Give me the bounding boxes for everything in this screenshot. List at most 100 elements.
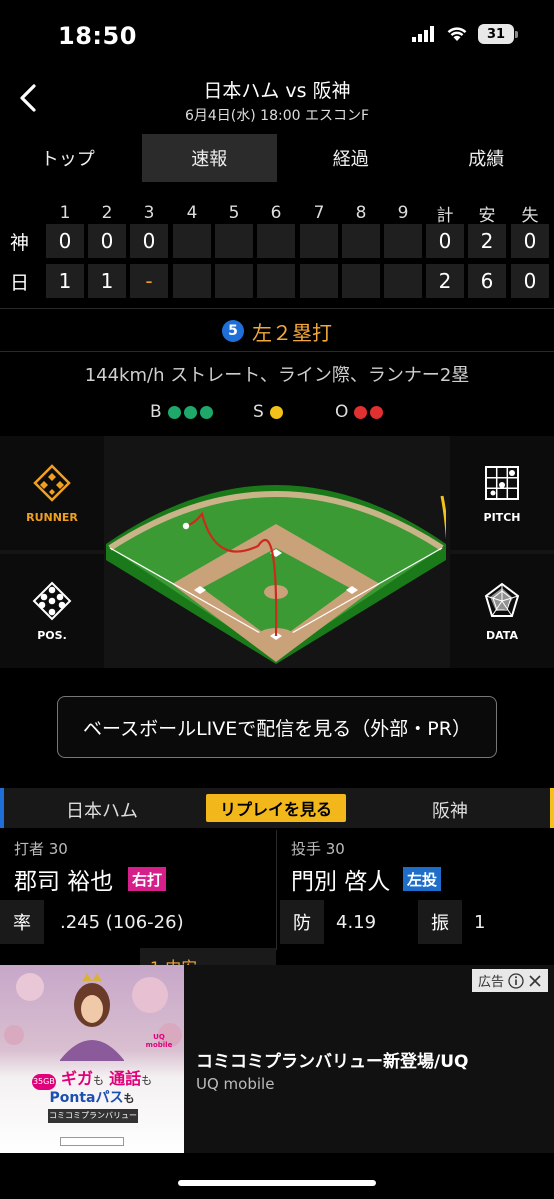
inning-score (257, 264, 295, 298)
inning-score: 0 (46, 224, 84, 258)
play-result-text: 左２塁打 (252, 320, 332, 345)
strikeouts-label: 振 (418, 900, 462, 944)
ball-indicator (183, 405, 197, 419)
inning-score (300, 224, 338, 258)
tab-progress[interactable]: 経過 (283, 134, 419, 182)
tab-stats[interactable]: 成績 (419, 134, 554, 182)
era-value: 4.19 (336, 912, 377, 933)
total-hits: 2 (468, 224, 506, 258)
inning-score (342, 264, 380, 298)
inning-score: 1 (88, 264, 126, 298)
page-title: 日本ハム vs 阪神 (203, 80, 351, 102)
at-bat-history-row: 1 中安 (0, 948, 554, 966)
batter-name: 郡司 裕也 (14, 869, 114, 895)
away-team-label[interactable]: 阪神 (432, 797, 468, 823)
pitch-grid-icon (485, 465, 519, 500)
inning-score (173, 224, 211, 258)
replay-button[interactable]: リプレイを見る (206, 794, 346, 822)
pitch-button[interactable]: PITCH (450, 436, 554, 550)
batter-card[interactable]: 打者 30 郡司 裕也 右打 (0, 830, 276, 900)
total-errors: 0 (511, 224, 549, 258)
ball-indicator (199, 405, 213, 419)
tab-live[interactable]: 速報 (141, 134, 277, 182)
divider (0, 308, 554, 309)
inning-score: 1 (46, 264, 84, 298)
batter-hand-badge: 右打 (128, 867, 167, 891)
position-icon (32, 581, 72, 620)
status-time: 18:50 (58, 22, 137, 50)
team-abbrev: 日 (10, 271, 30, 294)
home-team-color (0, 788, 4, 828)
ad-giga: ギガ (60, 1069, 93, 1088)
outs-count: O (335, 402, 384, 422)
inning-score: 0 (130, 224, 168, 258)
tab-bar: トップ 速報 経過 成績 (0, 134, 554, 182)
info-icon (508, 972, 524, 989)
home-indicator[interactable] (178, 1180, 376, 1186)
baseball-live-stream-button[interactable]: ベースボールLIVEで配信を見る（外部・PR） (57, 696, 497, 758)
ad-title[interactable]: コミコミプランバリュー新登場/UQ (196, 1047, 468, 1072)
batting-average-value: .245 (106-26) (60, 912, 184, 933)
pitcher-name: 門別 啓人 (291, 869, 391, 895)
close-icon[interactable] (528, 974, 542, 988)
inning-score-current: - (130, 264, 168, 298)
wifi-icon (447, 27, 467, 41)
home-team-label[interactable]: 日本ハム (66, 797, 138, 823)
ad-brand-logo: UQ mobile (145, 1033, 173, 1049)
game-datetime-venue: 6月4日(水) 18:00 エスコンF (184, 108, 370, 124)
inning-score (384, 224, 422, 258)
ad-mo: も (93, 1074, 104, 1087)
inning-score (300, 264, 338, 298)
batter-role: 打者 30 (14, 840, 68, 858)
position-button[interactable]: POS. (0, 554, 104, 668)
ball-landing-point (182, 522, 190, 530)
field-panel: RUNNER POS. PITCH DATA (0, 436, 554, 668)
inning-badge: 5 (222, 320, 244, 342)
ad-ponta-text: Pontaパス (49, 1090, 124, 1106)
ad-mo: も (123, 1092, 135, 1105)
ad-label[interactable]: 広告 (471, 969, 548, 992)
inning-score (384, 264, 422, 298)
cellular-signal-icon (412, 26, 434, 42)
inning-score (215, 224, 253, 258)
away-team-color (550, 788, 554, 828)
strikes-count: S (253, 402, 283, 422)
pitcher-card[interactable]: 投手 30 門別 啓人 左投 (277, 830, 554, 900)
divider (0, 351, 554, 352)
out-indicator (354, 405, 368, 419)
battery-icon: 31 (478, 24, 518, 44)
team-strip: 日本ハム リプレイを見る 阪神 (0, 788, 554, 828)
ad-plan-badge: コミコミプランバリュー (48, 1109, 138, 1123)
data-label: DATA (486, 628, 518, 642)
ad-mo: も (141, 1074, 153, 1087)
total-runs: 0 (426, 224, 464, 258)
data-button[interactable]: DATA (450, 554, 554, 668)
scoreboard-row-home: 日 1 1 - 2 6 0 (0, 264, 554, 298)
advertisement-banner[interactable]: 35GB ギガも 通話も Pontaパスも コミコミプランバリュー UQ mob… (0, 965, 554, 1153)
ad-detail-box (60, 1137, 124, 1146)
ad-tsuwa: 通話 (109, 1069, 142, 1088)
runner-button[interactable]: RUNNER (0, 436, 104, 550)
total-errors: 0 (511, 264, 549, 298)
pitch-detail: 144km/h ストレート、ライン際、ランナー2塁 (84, 365, 470, 386)
ad-illustration (4, 973, 182, 1061)
scoreboard: 1 2 3 4 5 6 7 8 9 計 安 失 神 0 0 0 0 2 0 日 … (0, 196, 554, 306)
strike-indicator (269, 405, 283, 419)
pitcher-role: 投手 30 (291, 840, 345, 858)
ad-label-text: 広告 (477, 975, 504, 990)
ad-sponsor: UQ mobile (196, 1075, 275, 1093)
balls-count: B (150, 402, 213, 422)
radar-chart-icon (484, 582, 520, 617)
outs-label: O (335, 402, 349, 422)
ad-image[interactable]: 35GB ギガも 通話も Pontaパスも コミコミプランバリュー UQ mob… (0, 965, 184, 1153)
baseball-field-diagram (106, 485, 446, 664)
ball-strike-out-count: B S O (0, 402, 554, 426)
batting-average-label: 率 (0, 900, 44, 944)
strikes-label: S (253, 402, 264, 422)
pitcher-hand-badge: 左投 (403, 867, 442, 891)
scoreboard-row-away: 神 0 0 0 0 2 0 (0, 224, 554, 258)
balls-label: B (150, 402, 162, 422)
foul-pole-line (440, 495, 446, 540)
inning-score (342, 224, 380, 258)
tab-top[interactable]: トップ (0, 134, 136, 182)
